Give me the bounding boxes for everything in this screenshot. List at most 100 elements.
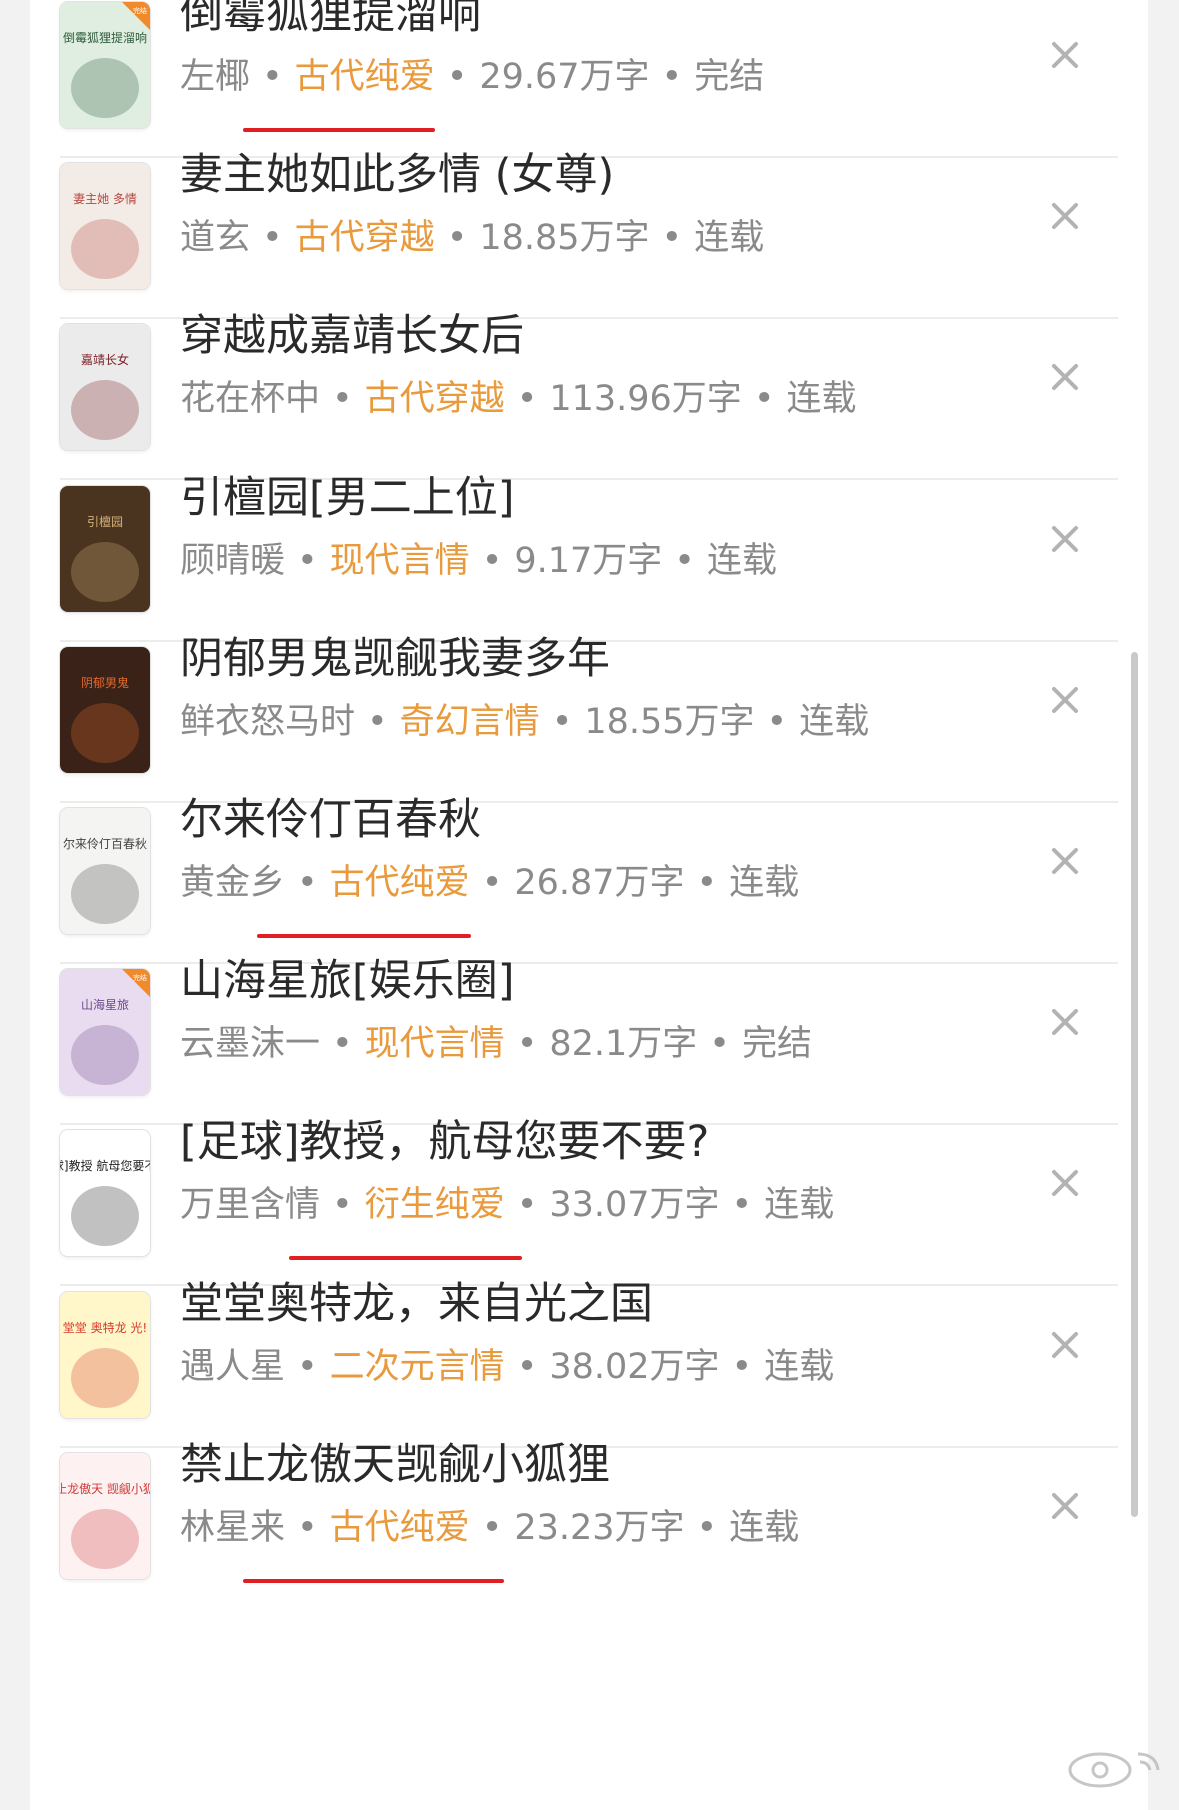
book-cover[interactable]: 引檀园 (60, 485, 150, 612)
separator-dot: • (332, 1185, 353, 1226)
cover-illustration (71, 864, 139, 924)
cover-title-text: 尔来伶仃百春秋 (63, 836, 147, 851)
separator-dot: • (661, 218, 683, 259)
book-title[interactable]: 堂堂奥特龙，来自光之国 (180, 1274, 980, 1334)
close-icon (1052, 525, 1078, 552)
book-row[interactable]: 堂堂 奥特龙 光! 堂堂奥特龙，来自光之国 遇人星 • 二次元言情 • 38.02万字 • 连载 (30, 1262, 1148, 1448)
book-row[interactable]: [足球]教授 航母您要不要? [足球]教授，航母您要不要? 万里含情 • 衍生纯爱 • 33… (30, 1100, 1148, 1287)
cover-illustration (71, 1186, 139, 1247)
book-cover[interactable]: [足球]教授 航母您要不要? (60, 1130, 150, 1257)
cover-title-text: 妻主她 多情 (73, 192, 137, 206)
book-author[interactable]: 花在杯中 (180, 379, 320, 419)
book-genre[interactable]: 现代言情 (365, 1024, 505, 1064)
book-cover[interactable]: 禁止龙傲天 觊觎小狐狸 (60, 1452, 150, 1579)
book-row[interactable]: 尔来伶仃百春秋 尔来伶仃百春秋 黄金乡 • 古代纯爱 • 26.87万字 • 连载 (30, 778, 1148, 964)
cover-art: 倒霉狐狸提溜响 完结 (60, 2, 150, 128)
close-icon (1052, 364, 1078, 391)
book-title[interactable]: 阴郁男鬼觊觎我妻多年 (180, 629, 980, 689)
book-author[interactable]: 左椰 (180, 57, 250, 97)
book-author[interactable]: 顾晴暖 (180, 541, 285, 581)
book-row[interactable]: 阴郁男鬼 阴郁男鬼觊觎我妻多年 鲜衣怒马时 • 奇幻言情 • 18.55万字 • 连载 (30, 617, 1148, 803)
book-author[interactable]: 黄金乡 (180, 863, 285, 903)
separator-dot: • (446, 218, 468, 259)
dismiss-button[interactable] (1040, 352, 1090, 402)
book-title[interactable]: 山海星旅[娱乐圈] (180, 951, 980, 1011)
book-genre[interactable]: 古代纯爱 (295, 57, 435, 97)
book-meta: 林星来 • 古代纯爱 • 23.23万字 • 连载 (180, 1505, 1000, 1551)
separator-dot: • (709, 1024, 730, 1065)
book-genre[interactable]: 古代纯爱 (330, 863, 470, 903)
separator-dot: • (516, 379, 538, 420)
book-author[interactable]: 林星来 (180, 1508, 285, 1548)
book-row[interactable]: 山海星旅 完结 山海星旅[娱乐圈] 云墨沫一 • 现代言情 • 82.1万字 • 完结 (30, 939, 1148, 1126)
highlight-underline (243, 1578, 504, 1583)
book-row[interactable]: 禁止龙傲天 觊觎小狐狸 禁止龙傲天觊觎小狐狸林星来 • 古代纯爱 • 23.23万字 • 连载 (30, 1423, 1148, 1609)
cover-illustration (71, 541, 139, 602)
book-cover[interactable]: 嘉靖长女 (60, 324, 150, 451)
dismiss-button[interactable] (1040, 191, 1090, 241)
book-status: 连载 (706, 540, 777, 581)
cover-illustration (71, 380, 139, 441)
book-title[interactable]: 引檀园[男二上位] (180, 468, 980, 528)
weibo-logo-icon (1060, 1740, 1170, 1790)
book-status: 连载 (799, 701, 870, 742)
book-row[interactable]: 嘉靖长女 穿越成嘉靖长女后 花在杯中 • 古代穿越 • 113.96万字 • 连载 (30, 294, 1148, 481)
book-row[interactable]: 妻主她 多情 妻主她如此多情 (女尊) 道玄 • 古代穿越 • 18.85万字 • 连载 (30, 133, 1148, 320)
dismiss-button[interactable] (1040, 836, 1090, 886)
book-word-count: 113.96万字 (549, 379, 742, 420)
book-cover[interactable]: 山海星旅 完结 (60, 969, 150, 1096)
book-meta: 左椰 • 古代纯爱 • 29.67万字 • 完结 (180, 54, 1000, 100)
cover-illustration (71, 1347, 139, 1408)
book-title[interactable]: 倒霉狐狸提溜响 (180, 0, 980, 44)
book-genre[interactable]: 衍生纯爱 (365, 1185, 505, 1225)
book-cover[interactable]: 妻主她 多情 (60, 163, 150, 290)
cover-art: 堂堂 奥特龙 光! (60, 1291, 150, 1418)
book-title[interactable]: 妻主她如此多情 (女尊) (180, 145, 980, 205)
cover-art: 山海星旅 完结 (60, 969, 150, 1096)
book-cover[interactable]: 倒霉狐狸提溜响 完结 (60, 2, 150, 128)
book-genre[interactable]: 古代纯爱 (330, 1508, 470, 1548)
book-author[interactable]: 道玄 (180, 218, 250, 258)
dismiss-button[interactable] (1040, 1320, 1090, 1370)
book-title[interactable]: [足球]教授，航母您要不要? (180, 1112, 980, 1172)
book-word-count: 18.85万字 (479, 218, 650, 259)
book-author[interactable]: 鲜衣怒马时 (180, 702, 355, 742)
dismiss-button[interactable] (1040, 997, 1090, 1047)
book-status: 完结 (694, 57, 765, 97)
book-cover[interactable]: 尔来伶仃百春秋 (60, 808, 150, 934)
dismiss-button[interactable] (1040, 514, 1090, 564)
book-status: 完结 (741, 1024, 812, 1065)
close-icon (1052, 1170, 1078, 1197)
close-icon (1052, 42, 1078, 68)
book-cover[interactable]: 堂堂 奥特龙 光! (60, 1291, 150, 1418)
separator-dot: • (661, 57, 683, 97)
book-cover[interactable]: 阴郁男鬼 (60, 646, 150, 773)
dismiss-button[interactable] (1040, 675, 1090, 725)
separator-dot: • (516, 1346, 538, 1387)
book-genre[interactable]: 现代言情 (330, 541, 470, 581)
dismiss-button[interactable] (1040, 1158, 1090, 1208)
book-meta: 万里含情 • 衍生纯爱 • 33.07万字 • 连载 (180, 1182, 1000, 1228)
book-author[interactable]: 万里含情 (180, 1185, 320, 1225)
book-author[interactable]: 遇人星 (180, 1347, 285, 1387)
book-title[interactable]: 穿越成嘉靖长女后 (180, 306, 980, 366)
book-genre[interactable]: 古代穿越 (295, 218, 435, 258)
cover-art: 尔来伶仃百春秋 (60, 808, 150, 934)
book-genre[interactable]: 二次元言情 (330, 1347, 505, 1387)
dismiss-button[interactable] (1040, 30, 1090, 80)
separator-dot: • (262, 57, 283, 97)
scrollbar[interactable] (1131, 652, 1138, 1517)
close-icon (1052, 848, 1078, 874)
book-title[interactable]: 尔来伶仃百春秋 (180, 790, 980, 850)
separator-dot: • (367, 701, 388, 742)
dismiss-button[interactable] (1040, 1481, 1090, 1531)
book-row[interactable]: 引檀园 引檀园[男二上位] 顾晴暖 • 现代言情 • 9.17万字 • 连载 (30, 456, 1148, 642)
highlight-underline (289, 1256, 522, 1261)
book-genre[interactable]: 古代穿越 (365, 379, 505, 419)
book-title[interactable]: 禁止龙傲天觊觎小狐狸 (180, 1435, 980, 1495)
book-word-count: 26.87万字 (514, 863, 685, 903)
book-genre[interactable]: 奇幻言情 (400, 702, 540, 742)
close-icon (1052, 1331, 1078, 1358)
cover-art: 妻主她 多情 (60, 163, 150, 290)
book-author[interactable]: 云墨沫一 (180, 1024, 320, 1064)
